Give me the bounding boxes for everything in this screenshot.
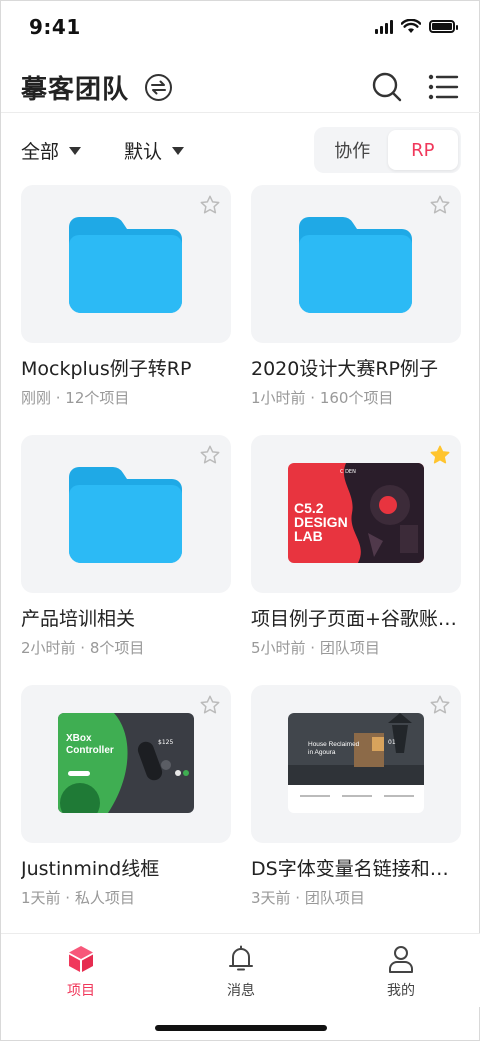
tab-profile[interactable]: 我的 (361, 944, 441, 1000)
project-title: 2020设计大赛RP例子 (251, 358, 439, 380)
star-icon[interactable] (429, 194, 451, 216)
house-preview: House Reclaimed in Agoura 01 (288, 713, 424, 813)
app-screen: 9:41 摹客团队 全部 默认 协作 RP Mockplus例子转RP 刚刚 ·… (0, 0, 480, 1041)
tab-label: 项目 (67, 983, 95, 999)
preview-button (68, 771, 90, 776)
project-thumbnail[interactable] (251, 185, 461, 343)
status-time: 9:41 (29, 15, 81, 39)
battery-icon (429, 20, 458, 33)
swap-icon (151, 80, 166, 95)
folder-icon (69, 467, 182, 563)
project-meta: 1小时前 · 160个项目 (251, 389, 394, 407)
preview-heading-line: in Agoura (308, 749, 336, 756)
project-meta: 3天前 · 团队项目 (251, 889, 365, 907)
star-icon[interactable] (429, 694, 451, 716)
status-bar: 9:41 (1, 1, 480, 57)
star-icon[interactable] (199, 444, 221, 466)
user-icon (389, 946, 413, 973)
project-card[interactable]: XBox Controller $125 Justinmind线框 1天前 · 私人项目 (21, 685, 231, 908)
bottom-tab-bar: 项目 消息 我的 (1, 933, 480, 1007)
status-icons (375, 19, 458, 34)
filter-bar: 全部 默认 协作 RP (1, 125, 480, 175)
project-thumbnail[interactable]: House Reclaimed in Agoura 01 (251, 685, 461, 843)
project-title: Justinmind线框 (21, 858, 160, 880)
home-indicator (155, 1025, 327, 1031)
folder-icon (69, 217, 182, 313)
project-meta: 2小时前 · 8个项目 (21, 639, 145, 657)
preview-heading-line: LAB (294, 528, 323, 544)
sort-filter-dropdown[interactable]: 默认 (124, 137, 185, 164)
preview-heading-line: House Reclaimed (308, 741, 360, 748)
project-thumbnail[interactable] (21, 435, 231, 593)
project-thumbnail[interactable] (21, 185, 231, 343)
top-header: 摹客团队 (1, 61, 480, 113)
scope-filter-label: 全部 (21, 141, 60, 163)
project-card[interactable]: House Reclaimed in Agoura 01 DS字体变量名链接和交互 3天… (251, 685, 461, 908)
preview-heading: C5.2 DESIGN LAB (294, 501, 348, 543)
preview-brand: C DEN (340, 469, 356, 475)
switch-team-button[interactable] (145, 74, 172, 101)
folder-icon (299, 217, 412, 313)
segment-collab[interactable]: 协作 (317, 130, 388, 170)
project-title: Mockplus例子转RP (21, 358, 192, 380)
project-meta: 5小时前 · 团队项目 (251, 639, 380, 657)
sort-filter-label: 默认 (124, 141, 163, 163)
xbox-preview: XBox Controller $125 (58, 713, 194, 813)
star-icon[interactable] (199, 194, 221, 216)
signal-icon (375, 19, 393, 34)
controller-illustration (58, 713, 189, 813)
tab-label: 消息 (227, 983, 255, 999)
team-title[interactable]: 摹客团队 (21, 69, 129, 106)
project-meta: 刚刚 · 12个项目 (21, 389, 130, 407)
star-icon[interactable] (429, 444, 451, 466)
project-card[interactable]: C DEN C5.2DESIGNLAB 项目例子页面+谷歌账号登录 5小时前 · 团队… (251, 435, 461, 658)
preview-heading: House Reclaimed in Agoura (308, 741, 359, 757)
caret-down-icon (172, 146, 185, 155)
tab-messages[interactable]: 消息 (201, 944, 281, 1000)
project-title: DS字体变量名链接和交互 (251, 858, 461, 880)
project-title: 项目例子页面+谷歌账号登录 (251, 608, 461, 630)
list-menu-button[interactable] (427, 71, 459, 103)
preview-heading-line: C5.2 (294, 500, 324, 516)
project-card[interactable]: Mockplus例子转RP 刚刚 · 12个项目 (21, 185, 231, 408)
preview-heading-line: Controller (66, 745, 114, 756)
project-title: 产品培训相关 (21, 608, 136, 630)
caret-down-icon (69, 146, 82, 155)
tab-projects[interactable]: 项目 (41, 944, 121, 1000)
project-thumbnail[interactable]: XBox Controller $125 (21, 685, 231, 843)
preview-heading: XBox Controller (66, 733, 114, 757)
scope-filter-dropdown[interactable]: 全部 (21, 137, 82, 164)
preview-heading-line: DESIGN (294, 514, 348, 530)
house-photo (288, 713, 424, 797)
design-lab-preview: C DEN C5.2 DESIGN LAB (288, 463, 424, 563)
segment-rp[interactable]: RP (387, 130, 458, 170)
project-card[interactable]: 产品培训相关 2小时前 · 8个项目 (21, 435, 231, 658)
cube-icon (69, 946, 93, 972)
project-thumbnail[interactable]: C DEN C5.2 DESIGN LAB (251, 435, 461, 593)
preview-number: 01 (388, 739, 396, 746)
project-meta: 1天前 · 私人项目 (21, 889, 135, 907)
tab-label: 我的 (387, 983, 415, 999)
bell-icon (229, 945, 253, 971)
search-button[interactable] (371, 71, 403, 103)
star-icon[interactable] (199, 694, 221, 716)
project-card[interactable]: 2020设计大赛RP例子 1小时前 · 160个项目 (251, 185, 461, 408)
wifi-icon (401, 19, 421, 33)
preview-heading-line: XBox (66, 733, 92, 744)
preview-price: $125 (158, 739, 174, 746)
view-segmented-control: 协作 RP (314, 127, 461, 173)
